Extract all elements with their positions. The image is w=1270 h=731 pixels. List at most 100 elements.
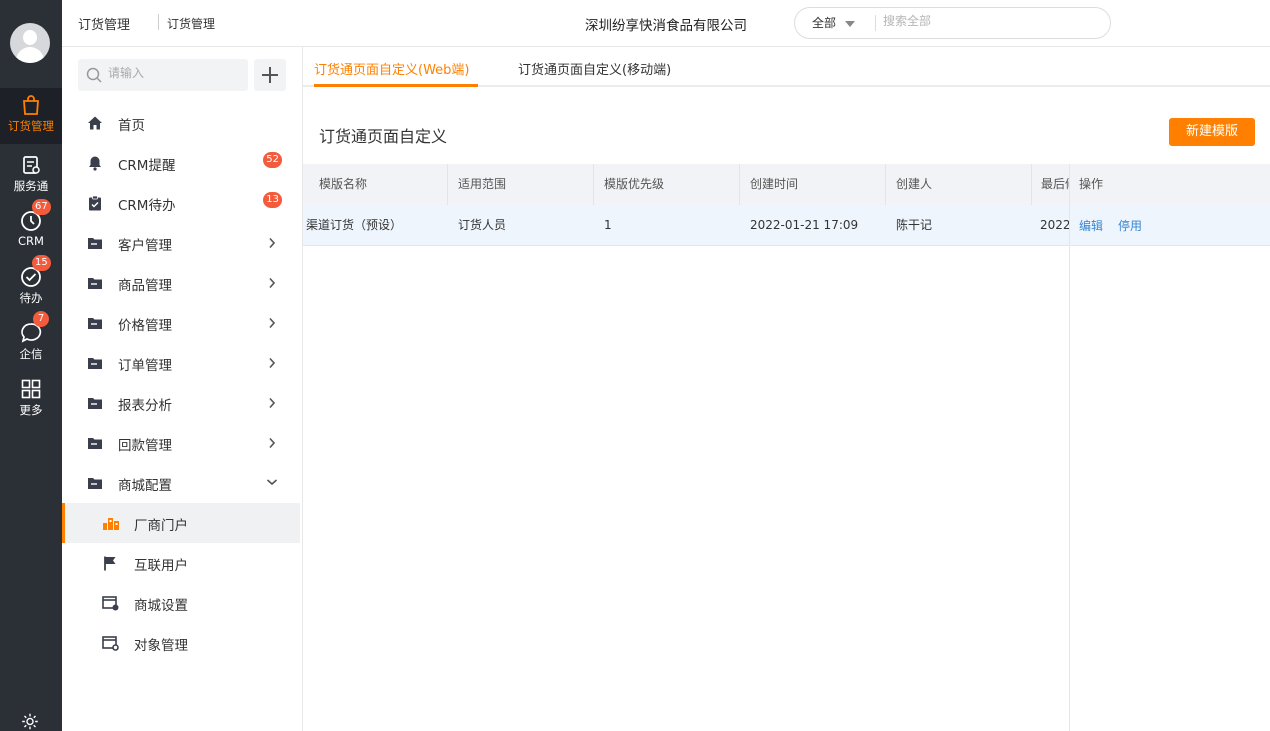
sidebar-item-label: CRM待办 [118, 198, 176, 214]
breadcrumb-divider [158, 14, 159, 30]
sidebar-item-label: CRM提醒 [118, 158, 176, 174]
folder-icon [88, 278, 102, 289]
sidebar-item-crm-todo[interactable]: CRM待办 13 [62, 183, 300, 223]
rail-item-more[interactable]: 更多 [0, 372, 62, 428]
chevron-right-icon [269, 277, 276, 289]
rail-label: 更多 [19, 403, 43, 417]
sidebar-item-label: 订单管理 [118, 358, 172, 374]
folder-icon [88, 398, 102, 409]
sidebar-item-prices[interactable]: 价格管理 [62, 303, 300, 343]
column-header[interactable]: 适用范围 [448, 164, 594, 205]
chevron-right-icon [269, 317, 276, 329]
cell-creator: 陈干记 [896, 218, 933, 232]
chevron-right-icon [269, 397, 276, 409]
search-divider [875, 15, 876, 31]
rail-label: CRM [18, 234, 44, 248]
column-header[interactable]: 创建时间 [740, 164, 886, 205]
avatar-body [16, 47, 44, 63]
breadcrumb-page[interactable]: 订货管理 [167, 15, 215, 32]
sidebar-item-label: 客户管理 [118, 238, 172, 254]
tab-web[interactable]: 订货通页面自定义(Web端) [314, 59, 470, 78]
tab-bar: 订货通页面自定义(Web端) 订货通页面自定义(移动端) [303, 47, 1270, 87]
rail-item-todo[interactable]: 待办 15 [0, 255, 62, 316]
cell-modified-time: 2022-01-21 17:09 [1040, 218, 1069, 232]
sidebar-item-home[interactable]: 首页 [62, 103, 300, 143]
sidebar-item-label: 回款管理 [118, 438, 172, 454]
clipboard-check-icon [89, 195, 101, 211]
new-template-button[interactable]: 新建模版 [1169, 118, 1255, 146]
tab-mobile[interactable]: 订货通页面自定义(移动端) [518, 59, 671, 78]
column-header[interactable]: 创建人 [886, 164, 1032, 205]
window-settings-icon [102, 596, 119, 611]
global-search: 全部 [794, 7, 1111, 39]
sidebar-search-input[interactable] [108, 66, 238, 80]
sidebar-item-customers[interactable]: 客户管理 [62, 223, 300, 263]
sidebar-subitem-vendor-portal[interactable]: 厂商门户 [62, 503, 300, 543]
home-icon [88, 116, 102, 130]
global-search-input[interactable] [883, 14, 1083, 28]
chevron-right-icon [269, 437, 276, 449]
rail-label: 服务通 [13, 179, 49, 193]
sidebar-search [78, 59, 248, 91]
sidebar-subitem-label: 商城设置 [134, 598, 188, 614]
company-name: 深圳纷享快消食品有限公司 [585, 18, 747, 34]
rail-item-order-management[interactable]: 订货管理 [0, 88, 62, 144]
column-header[interactable]: 模版优先级 [594, 164, 740, 205]
sidebar-item-mall-config[interactable]: 商城配置 [62, 463, 300, 503]
sidebar-item-products[interactable]: 商品管理 [62, 263, 300, 303]
page-title: 订货通页面自定义 [319, 127, 448, 146]
chevron-right-icon [269, 237, 276, 249]
breadcrumb-app[interactable]: 订货管理 [78, 14, 130, 33]
crm-reminder-badge: 52 [263, 152, 282, 168]
sidebar-subitem-label: 互联用户 [134, 558, 188, 574]
folder-icon [88, 438, 102, 449]
todo-badge: 15 [32, 255, 51, 271]
clipboard-icon [23, 156, 40, 174]
cell-created-time: 2022-01-21 17:09 [750, 218, 859, 232]
sidebar: 首页 CRM提醒 52 CRM待办 13 客户管理 商品管理 [62, 47, 303, 731]
bell-icon [89, 156, 101, 171]
settings-gear-icon[interactable] [19, 712, 41, 731]
folder-icon [88, 358, 102, 369]
active-tab-indicator [314, 84, 478, 87]
column-header[interactable]: 模版名称 [303, 164, 448, 205]
avatar[interactable] [10, 23, 50, 63]
rail-label: 企信 [19, 347, 43, 361]
rail-label: 待办 [19, 291, 43, 305]
main-content: 订货通页面自定义(Web端) 订货通页面自定义(移动端) 订货通页面自定义 新建… [303, 47, 1270, 731]
folder-icon [88, 318, 102, 329]
crm-todo-badge: 13 [263, 192, 282, 208]
folder-icon [88, 478, 102, 489]
grid-icon [21, 379, 41, 399]
column-header[interactable]: 最后修改时间 [1032, 164, 1069, 205]
sidebar-item-label: 报表分析 [118, 398, 172, 414]
add-button[interactable] [254, 59, 286, 91]
crm-badge: 67 [32, 199, 51, 215]
top-bar: 订货管理 订货管理 深圳纷享快消食品有限公司 全部 [62, 0, 1270, 47]
sidebar-subitem-object-management[interactable]: 对象管理 [62, 623, 300, 663]
rail-item-service[interactable]: 服务通 [0, 148, 62, 204]
building-chart-icon [103, 518, 119, 530]
sidebar-subitem-label: 对象管理 [134, 638, 188, 654]
sidebar-subitem-mall-settings[interactable]: 商城设置 [62, 583, 300, 623]
sidebar-item-label: 首页 [118, 118, 145, 134]
flag-icon [104, 556, 116, 571]
sidebar-subitem-label: 厂商门户 [134, 518, 188, 534]
shopping-bag-icon [23, 95, 39, 115]
cell-template-name: 渠道订货（预设） [306, 218, 403, 232]
sidebar-item-crm-reminder[interactable]: CRM提醒 52 [62, 143, 300, 183]
window-gear-icon [102, 636, 119, 651]
sidebar-subitem-linked-users[interactable]: 互联用户 [62, 543, 300, 583]
chevron-down-icon[interactable] [845, 21, 855, 27]
chevron-down-icon [266, 479, 278, 486]
sidebar-item-reports[interactable]: 报表分析 [62, 383, 300, 423]
folder-icon [88, 238, 102, 249]
sidebar-item-orders[interactable]: 订单管理 [62, 343, 300, 383]
avatar-head [23, 30, 37, 45]
messages-badge: 7 [33, 311, 49, 327]
search-scope-select[interactable]: 全部 [812, 14, 836, 31]
rail-item-messages[interactable]: 企信 7 [0, 311, 62, 372]
sidebar-item-payments[interactable]: 回款管理 [62, 423, 300, 463]
rail-item-crm[interactable]: CRM 67 [0, 199, 62, 260]
chevron-right-icon [269, 357, 276, 369]
